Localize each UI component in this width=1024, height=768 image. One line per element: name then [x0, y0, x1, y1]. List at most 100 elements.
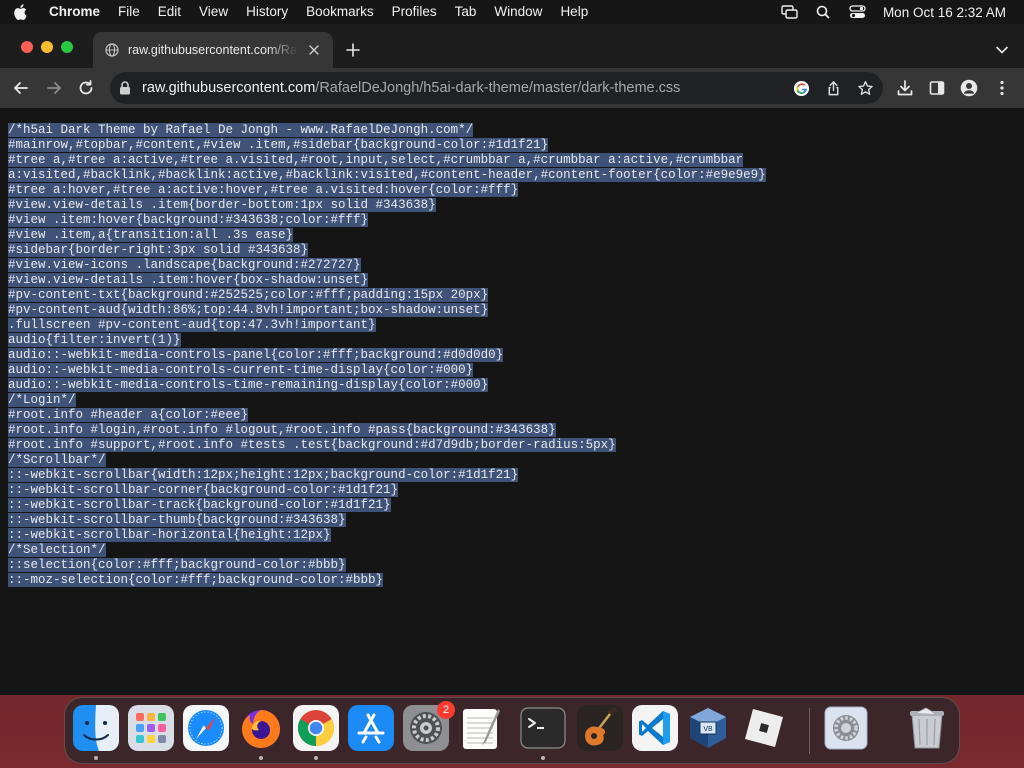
address-url[interactable]: raw.githubusercontent.com/RafaelDeJongh/…	[142, 72, 680, 104]
selected-text: #tree a:hover,#tree a:active:hover,#tree…	[8, 183, 519, 197]
control-center-icon[interactable]	[841, 0, 875, 24]
code-line[interactable]: #tree a:hover,#tree a:active:hover,#tree…	[8, 183, 766, 198]
downloads-icon[interactable]	[892, 75, 918, 101]
dock-app-store-icon[interactable]	[348, 705, 394, 751]
dock-trash-icon[interactable]	[904, 705, 950, 751]
dock-chrome-icon[interactable]	[293, 705, 339, 760]
code-line[interactable]: audio::-webkit-media-controls-time-remai…	[8, 378, 766, 393]
code-line[interactable]: ::-webkit-scrollbar-thumb{background:#34…	[8, 513, 766, 528]
tab-active[interactable]: raw.githubusercontent.com/RafaelDeJongh/…	[93, 32, 333, 68]
code-line[interactable]: #tree a,#tree a:active,#tree a.visited,#…	[8, 153, 766, 168]
code-line[interactable]: #view.view-details .item{border-bottom:1…	[8, 198, 766, 213]
menu-bookmarks[interactable]: Bookmarks	[297, 0, 383, 24]
dock-finder-icon[interactable]	[73, 705, 119, 760]
code-line[interactable]: #view .item,a{transition:all .3s ease}	[8, 228, 766, 243]
menu-view[interactable]: View	[190, 0, 237, 24]
window-close-button[interactable]	[21, 41, 33, 53]
menu-app-name[interactable]: Chrome	[40, 0, 109, 24]
dock-firefox-icon[interactable]	[238, 705, 284, 760]
apple-menu-icon[interactable]	[0, 4, 40, 20]
menu-profiles[interactable]: Profiles	[383, 0, 446, 24]
spotlight-search-icon[interactable]	[807, 0, 841, 24]
menu-tab[interactable]: Tab	[446, 0, 486, 24]
code-line[interactable]: ::-webkit-scrollbar-corner{background-co…	[8, 483, 766, 498]
code-line[interactable]: #pv-content-txt{background:#252525;color…	[8, 288, 766, 303]
profile-avatar-icon[interactable]	[956, 75, 982, 101]
share-icon[interactable]	[824, 79, 842, 97]
code-line[interactable]: #root.info #support,#root.info #tests .t…	[8, 438, 766, 453]
tab-close-icon[interactable]	[306, 42, 322, 58]
tab-strip: raw.githubusercontent.com/RafaelDeJongh/…	[0, 24, 1024, 74]
selected-text: #mainrow,#topbar,#content,#view .item,#s…	[8, 138, 549, 152]
notification-badge: 2	[437, 701, 455, 719]
code-line[interactable]: #view.view-icons .landscape{background:#…	[8, 258, 766, 273]
code-line[interactable]: /*Login*/	[8, 393, 766, 408]
dock-textedit-icon[interactable]	[458, 705, 504, 751]
reload-icon[interactable]	[73, 75, 99, 101]
code-line[interactable]: ::-webkit-scrollbar-horizontal{height:12…	[8, 528, 766, 543]
code-line[interactable]: #pv-content-aud{width:86%;top:44.8vh!imp…	[8, 303, 766, 318]
menu-edit[interactable]: Edit	[149, 0, 190, 24]
menu-window[interactable]: Window	[485, 0, 551, 24]
more-menu-icon[interactable]	[989, 75, 1015, 101]
code-line[interactable]: #mainrow,#topbar,#content,#view .item,#s…	[8, 138, 766, 153]
code-line[interactable]: .fullscreen #pv-content-aud{top:47.3vh!i…	[8, 318, 766, 333]
code-line[interactable]: #view .item:hover{background:#343638;col…	[8, 213, 766, 228]
code-line[interactable]: ::selection{color:#fff;background-color:…	[8, 558, 766, 573]
code-line[interactable]: /*Scrollbar*/	[8, 453, 766, 468]
selected-text: #view .item,a{transition:all .3s ease}	[8, 228, 294, 242]
dock-garageband-icon[interactable]	[577, 705, 623, 751]
code-line[interactable]: ::-moz-selection{color:#fff;background-c…	[8, 573, 766, 588]
code-line[interactable]: #sidebar{border-right:3px solid #343638}	[8, 243, 766, 258]
code-line[interactable]: audio::-webkit-media-controls-panel{colo…	[8, 348, 766, 363]
dock-safari-icon[interactable]	[183, 705, 229, 751]
selected-text: ::selection{color:#fff;background-color:…	[8, 558, 346, 572]
dock-roblox-icon[interactable]	[741, 705, 787, 751]
menu-history[interactable]: History	[237, 0, 297, 24]
address-bar[interactable]: raw.githubusercontent.com/RafaelDeJongh/…	[110, 72, 883, 104]
code-line[interactable]: audio{filter:invert(1)}	[8, 333, 766, 348]
code-line[interactable]: #view.view-details .item:hover{box-shado…	[8, 273, 766, 288]
tab-title: raw.githubusercontent.com/RafaelDeJongh/…	[128, 43, 298, 57]
window-zoom-button[interactable]	[61, 41, 73, 53]
site-info-lock-icon[interactable]	[119, 81, 133, 95]
dock-vscode-icon[interactable]	[632, 705, 678, 751]
dock-launchpad-icon[interactable]	[128, 705, 174, 751]
screen-mirroring-icon[interactable]	[773, 0, 807, 24]
dock-system-settings-icon[interactable]: 2	[403, 701, 455, 751]
dock-virtualbox-icon[interactable]: VB	[685, 705, 731, 751]
svg-text:VB: VB	[703, 726, 713, 733]
menu-bar-clock[interactable]: Mon Oct 16 2:32 AM	[875, 5, 1024, 20]
google-lens-icon[interactable]	[792, 79, 810, 97]
new-tab-plus-icon[interactable]	[343, 40, 363, 60]
code-line[interactable]: ::-webkit-scrollbar{width:12px;height:12…	[8, 468, 766, 483]
dock-terminal-icon[interactable]	[520, 705, 566, 760]
code-line[interactable]: /*Selection*/	[8, 543, 766, 558]
menu-bar: Chrome File Edit View History Bookmarks …	[0, 0, 1024, 24]
back-arrow-icon[interactable]	[8, 75, 34, 101]
page-content[interactable]: /*h5ai Dark Theme by Rafael De Jongh - w…	[0, 108, 1024, 695]
selected-text: audio::-webkit-media-controls-time-remai…	[8, 378, 489, 392]
code-line[interactable]: a:visited,#backlink,#backlink:active,#ba…	[8, 168, 766, 183]
running-indicator	[314, 756, 318, 760]
running-indicator	[259, 756, 263, 760]
url-path: /RafaelDeJongh/h5ai-dark-theme/master/da…	[315, 80, 681, 96]
menu-file[interactable]: File	[109, 0, 149, 24]
code-line[interactable]: /*h5ai Dark Theme by Rafael De Jongh - w…	[8, 123, 766, 138]
menu-help[interactable]: Help	[551, 0, 597, 24]
tab-search-chevron-icon[interactable]	[992, 42, 1012, 58]
selected-text: /*Login*/	[8, 393, 76, 407]
selected-text: #root.info #support,#root.info #tests .t…	[8, 438, 616, 452]
bookmark-star-icon[interactable]	[856, 79, 874, 97]
window-minimize-button[interactable]	[41, 41, 53, 53]
forward-arrow-icon[interactable]	[41, 75, 67, 101]
css-source-text[interactable]: /*h5ai Dark Theme by Rafael De Jongh - w…	[8, 123, 766, 588]
code-line[interactable]: #root.info #login,#root.info #logout,#ro…	[8, 423, 766, 438]
code-line[interactable]: audio::-webkit-media-controls-current-ti…	[8, 363, 766, 378]
dock-utilities-folder-icon[interactable]	[823, 705, 869, 751]
code-line[interactable]: ::-webkit-scrollbar-track{background-col…	[8, 498, 766, 513]
selected-text: #sidebar{border-right:3px solid #343638}	[8, 243, 309, 257]
selected-text: audio::-webkit-media-controls-current-ti…	[8, 363, 474, 377]
code-line[interactable]: #root.info #header a{color:#eee}	[8, 408, 766, 423]
side-panel-icon[interactable]	[924, 75, 950, 101]
